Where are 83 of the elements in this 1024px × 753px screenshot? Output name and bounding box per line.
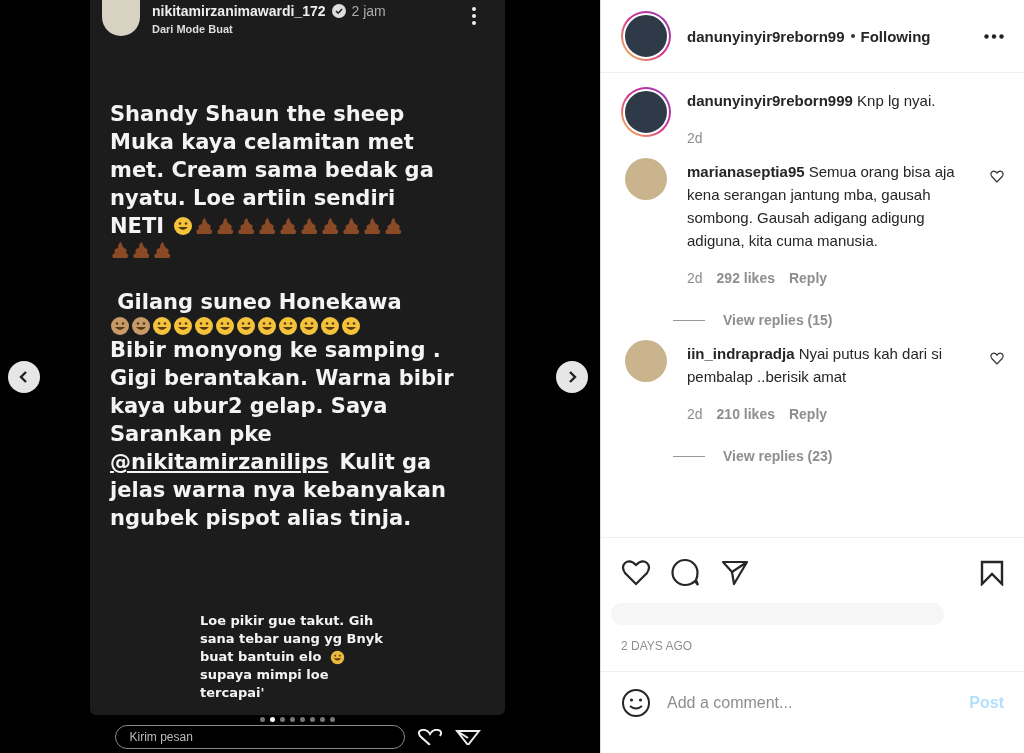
comment-field[interactable]: Add a comment... [667, 694, 954, 712]
laughing-emoji-icon [236, 316, 256, 336]
comment-time: 2d [687, 270, 703, 286]
message-field[interactable]: Kirim pesan [114, 725, 405, 749]
post-username[interactable]: danunyinyir9reborn99 [687, 27, 845, 45]
poop-emoji-icon [341, 216, 362, 236]
story-username[interactable]: nikitamirzanimawardi_172 [152, 3, 326, 19]
laughing-emoji-icon [215, 316, 235, 336]
monkey-emoji-icon [131, 316, 151, 336]
laughing-emoji-icon [173, 216, 194, 236]
poop-emoji-icon [320, 216, 341, 236]
laughing-emoji-icon [152, 316, 172, 336]
story-text: jelas warna nya kebanyakan [110, 477, 446, 504]
story-text: Loe pikir gue takut. Gih [200, 612, 374, 630]
post-date: 2 DAYS AGO [620, 638, 694, 655]
story-text: met. Cream sama bedak ga [110, 157, 434, 184]
bookmark-icon[interactable] [980, 559, 1004, 586]
poop-emoji-icon [215, 216, 236, 236]
previous-button[interactable] [8, 360, 40, 393]
laughing-emoji-icon [320, 316, 340, 336]
monkey-emoji-icon [110, 316, 130, 336]
poop-emoji-icon [299, 216, 320, 236]
story-text: buat bantuin elo [200, 648, 322, 666]
story-text: Bibir monyong ke samping . [110, 337, 441, 364]
poop-emoji-icon [362, 216, 383, 236]
heart-icon[interactable] [621, 559, 651, 586]
view-replies-link[interactable]: View replies (23) [723, 448, 833, 464]
like-count[interactable]: 210 likes [716, 406, 775, 422]
poop-emoji-icon [194, 216, 215, 236]
poop-emoji-icon [383, 216, 404, 236]
send-icon[interactable] [721, 559, 749, 586]
poop-emoji-icon [152, 240, 172, 260]
story-subtitle: Dari Mode Buat [152, 23, 234, 35]
laughing-emoji-icon [299, 316, 319, 336]
comment-time: 2d [687, 406, 703, 422]
laughing-emoji-icon [257, 316, 277, 336]
poop-emoji-icon [236, 216, 257, 236]
avatar [102, 0, 140, 36]
story-text: Gilang suneo Honekawa [116, 289, 402, 316]
laughing-emoji-icon [173, 316, 193, 336]
poop-emoji-icon [257, 216, 278, 236]
chevron-left-icon [18, 369, 30, 384]
emoji-icon[interactable] [621, 688, 651, 718]
story-text: Gigi berantakan. Warna bibir [110, 365, 454, 392]
story-text: supaya mimpi loe [200, 666, 329, 684]
caption-text: danunyinyir9reborn999 Knp lg nyai. [687, 91, 937, 111]
story-text: Shandy Shaun the sheep [110, 101, 405, 128]
story-text: NETI [110, 213, 165, 240]
following-button[interactable]: Following [860, 27, 931, 45]
story-text: Kulit ga [339, 449, 432, 476]
comment-icon[interactable] [671, 558, 701, 587]
next-button[interactable] [556, 360, 588, 393]
poop-emoji-icon [110, 240, 130, 260]
laughing-emoji-icon [330, 649, 346, 665]
laughing-emoji-icon [278, 316, 298, 336]
story-text: nyatu. Loe artiin sendiri [110, 185, 396, 212]
story-time: 2 jam [351, 3, 386, 19]
more-icon[interactable] [984, 33, 1004, 39]
story-text: Muka kaya celamitan met [110, 129, 414, 156]
chevron-right-icon [566, 369, 578, 384]
avatar[interactable] [621, 11, 671, 61]
comment-time: 2d [687, 130, 703, 146]
heart-icon[interactable] [990, 170, 1004, 183]
poop-emoji-icon [278, 216, 299, 236]
story-text: tercapai' [200, 684, 265, 702]
story-text: kaya ubur2 gelap. Saya [110, 393, 388, 420]
view-replies-link[interactable]: View replies (15) [723, 312, 833, 328]
reply-link[interactable]: Reply [788, 270, 828, 286]
more-icon[interactable] [471, 6, 477, 26]
heart-icon[interactable] [990, 352, 1004, 365]
story-text: Sarankan pke [110, 421, 272, 448]
laughing-emoji-icon [194, 316, 214, 336]
poop-emoji-icon [131, 240, 151, 260]
story-text: ngubek pispot alias tinja. [110, 505, 412, 532]
laughing-emoji-icon [341, 316, 361, 336]
like-count[interactable]: 292 likes [716, 270, 775, 286]
mention-link[interactable]: @nikitamirzanilips [110, 448, 329, 476]
story-text: sana tebar uang yg Bnyk [200, 630, 383, 648]
comment-text: marianaseptia95 Semua orang bisa aja kena serangan jantung mba, gausah sombong. Gausah adigang adigung adiguna, kita cuma manusia. [687, 162, 956, 251]
separator-dot-icon [850, 34, 855, 38]
avatar[interactable] [621, 87, 671, 137]
reply-link[interactable]: Reply [788, 406, 828, 422]
comment-text: iin_indrapradja Nyai putus kah dari si pembalap ..berisik amat [687, 344, 944, 387]
